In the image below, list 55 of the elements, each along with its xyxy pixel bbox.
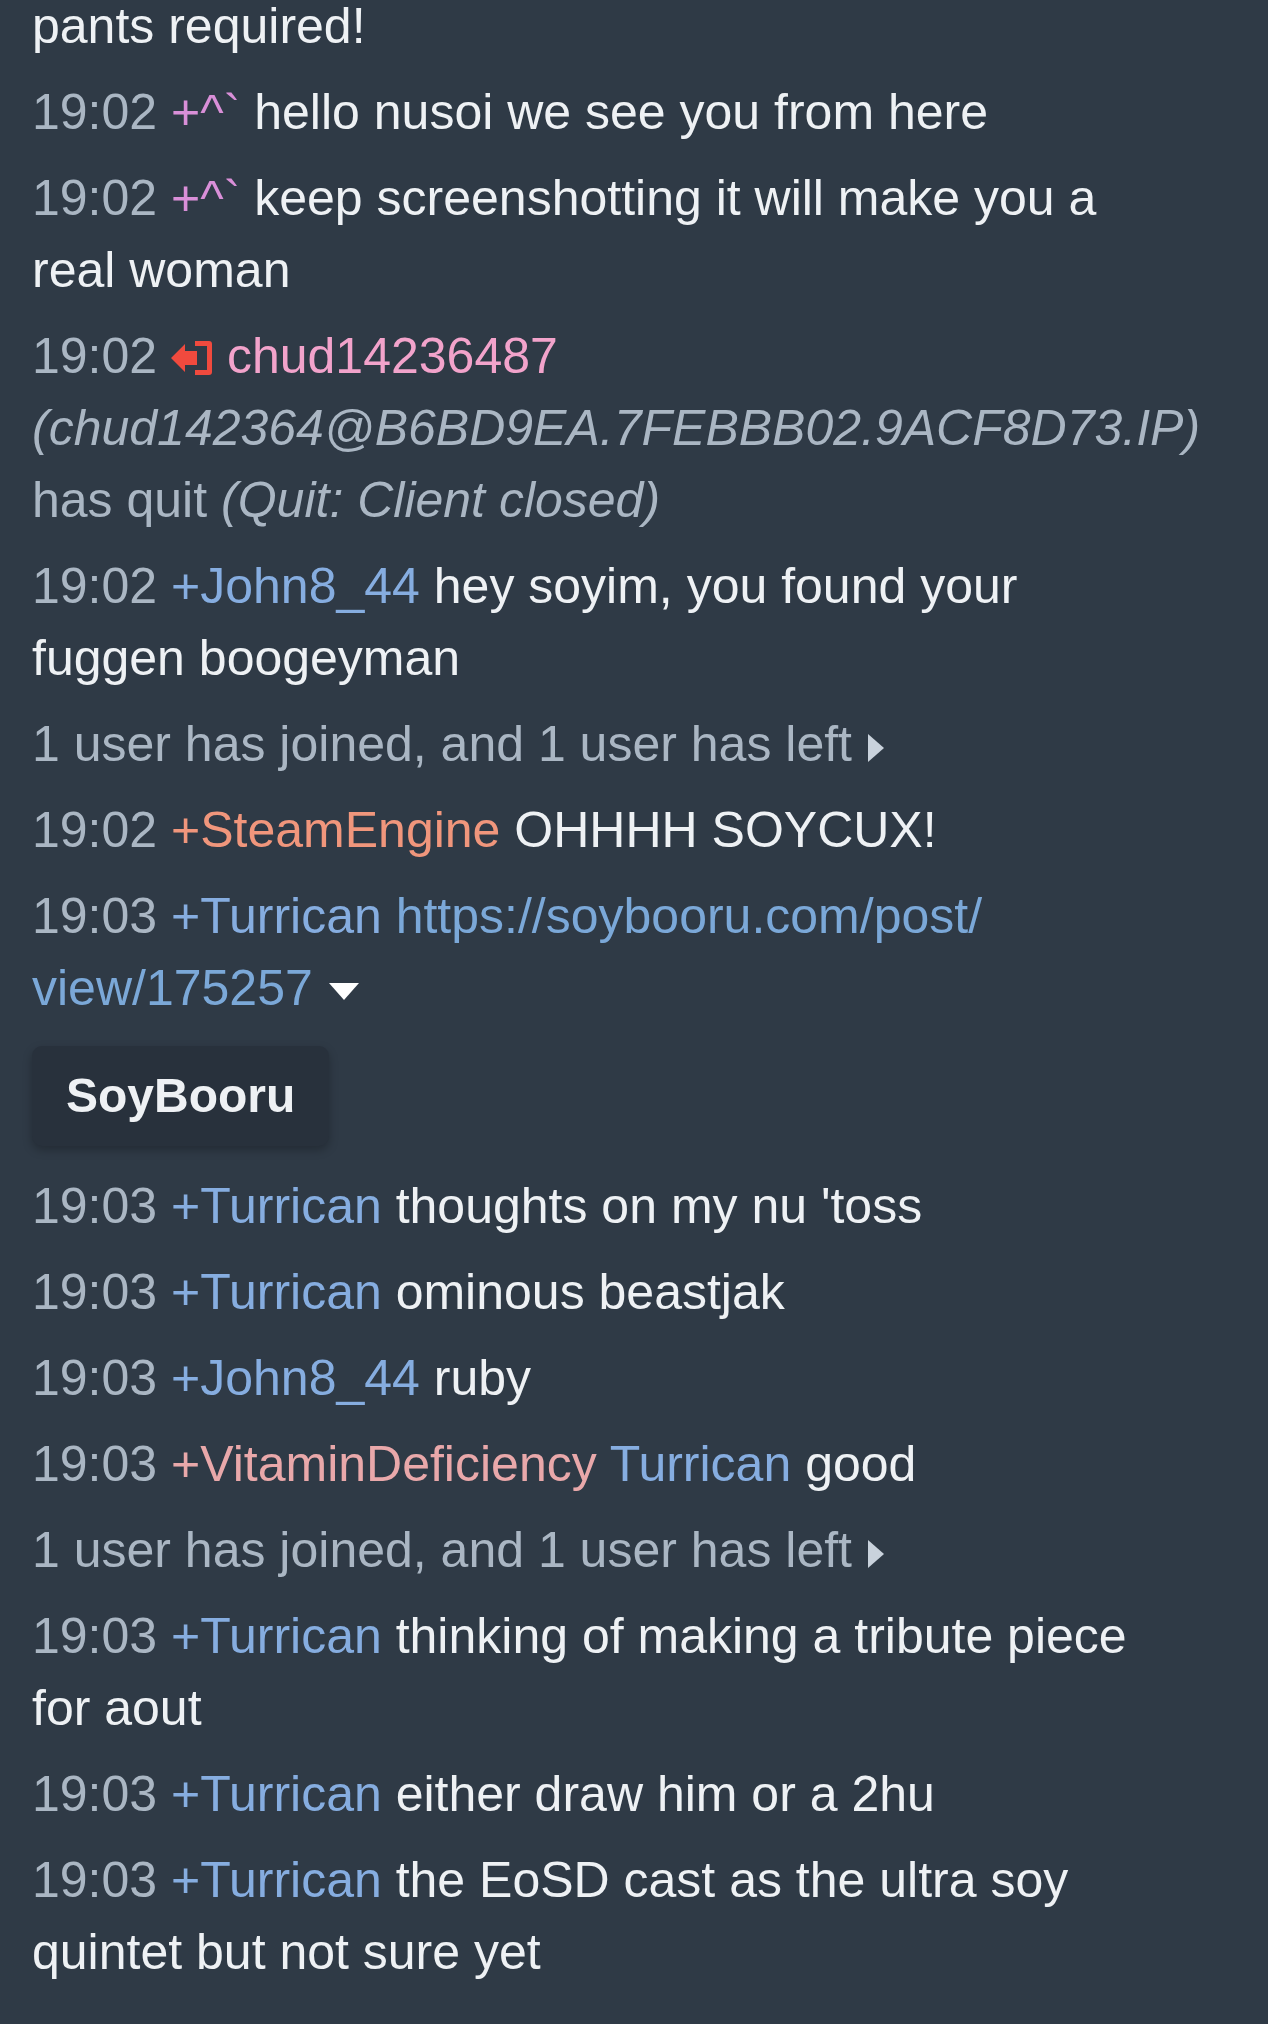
timestamp: 19:03: [32, 1436, 158, 1492]
nickname: chud14236487: [226, 328, 558, 384]
nickname: +^`: [171, 170, 241, 226]
timestamp: 19:02: [32, 328, 158, 384]
collapse-caret-icon[interactable]: [328, 983, 359, 1001]
message-link[interactable]: https://soybooru.com/post/: [395, 888, 983, 944]
nickname: +^`: [171, 84, 241, 140]
join-leave-summary: 1 user has joined, and 1 user has left: [32, 716, 852, 772]
quit-reason: (Quit: Client closed): [221, 472, 661, 528]
message-text: ruby: [433, 1350, 532, 1406]
nickname: +Turrican: [171, 1766, 382, 1822]
message-text: quintet but not sure yet: [32, 1924, 541, 1980]
expand-caret-icon[interactable]: [868, 1539, 884, 1568]
nickname: +Turrican: [171, 1608, 382, 1664]
message-text: thinking of making a tribute piece: [395, 1608, 1127, 1664]
timestamp: 19:02: [32, 84, 158, 140]
nickname: +Turrican: [171, 1178, 382, 1234]
timestamp: 19:03: [32, 1350, 158, 1406]
timestamp: 19:03: [32, 1608, 158, 1664]
message-text: the EoSD cast as the ultra soy: [395, 1852, 1069, 1908]
timestamp: 19:03: [32, 1852, 158, 1908]
link-preview-card: SoyBooru: [32, 1046, 330, 1146]
message-text: thoughts on my nu 'toss: [395, 1178, 923, 1234]
nickname: +Turrican: [171, 1264, 382, 1320]
mention: Turrican: [609, 1436, 792, 1492]
message-text: either draw him or a 2hu: [395, 1766, 935, 1822]
timestamp: 19:03: [32, 888, 158, 944]
join-leave-summary: 1 user has joined, and 1 user has left: [32, 1522, 852, 1578]
timestamp: 19:02: [32, 170, 158, 226]
user-host: (chud142364@B6BD9EA.7FEBBB02.9ACF8D73.IP): [32, 400, 1201, 456]
nickname: +John8_44: [171, 1350, 420, 1406]
message-text: fuggen boogeyman: [32, 630, 461, 686]
message-text: OHHHH SOYCUX!: [514, 802, 937, 858]
message-text: good: [805, 1436, 917, 1492]
timestamp: 19:03: [32, 1178, 158, 1234]
nickname: +VitaminDeficiency: [171, 1436, 597, 1492]
timestamp: 19:03: [32, 1264, 158, 1320]
message-text: hey soyim, you found your: [433, 558, 1018, 614]
timestamp: 19:02: [32, 558, 158, 614]
message-text: real woman: [32, 242, 291, 298]
nickname: +Turrican: [171, 888, 382, 944]
timestamp: 19:03: [32, 1766, 158, 1822]
exit-icon: [171, 339, 214, 377]
quit-text: has quit: [32, 472, 208, 528]
expand-caret-icon[interactable]: [868, 733, 884, 762]
message-text: pants required!: [32, 0, 366, 54]
message-text: for aout: [32, 1680, 202, 1736]
message-text: ominous beastjak: [395, 1264, 785, 1320]
nickname: +SteamEngine: [171, 802, 501, 858]
timestamp: 19:02: [32, 802, 158, 858]
nickname: +Turrican: [171, 1852, 382, 1908]
nickname: +John8_44: [171, 558, 420, 614]
message-text: hello nusoi we see you from here: [254, 84, 988, 140]
message-text: keep screenshotting it will make you a: [254, 170, 1097, 226]
message-link[interactable]: view/175257: [32, 960, 313, 1016]
